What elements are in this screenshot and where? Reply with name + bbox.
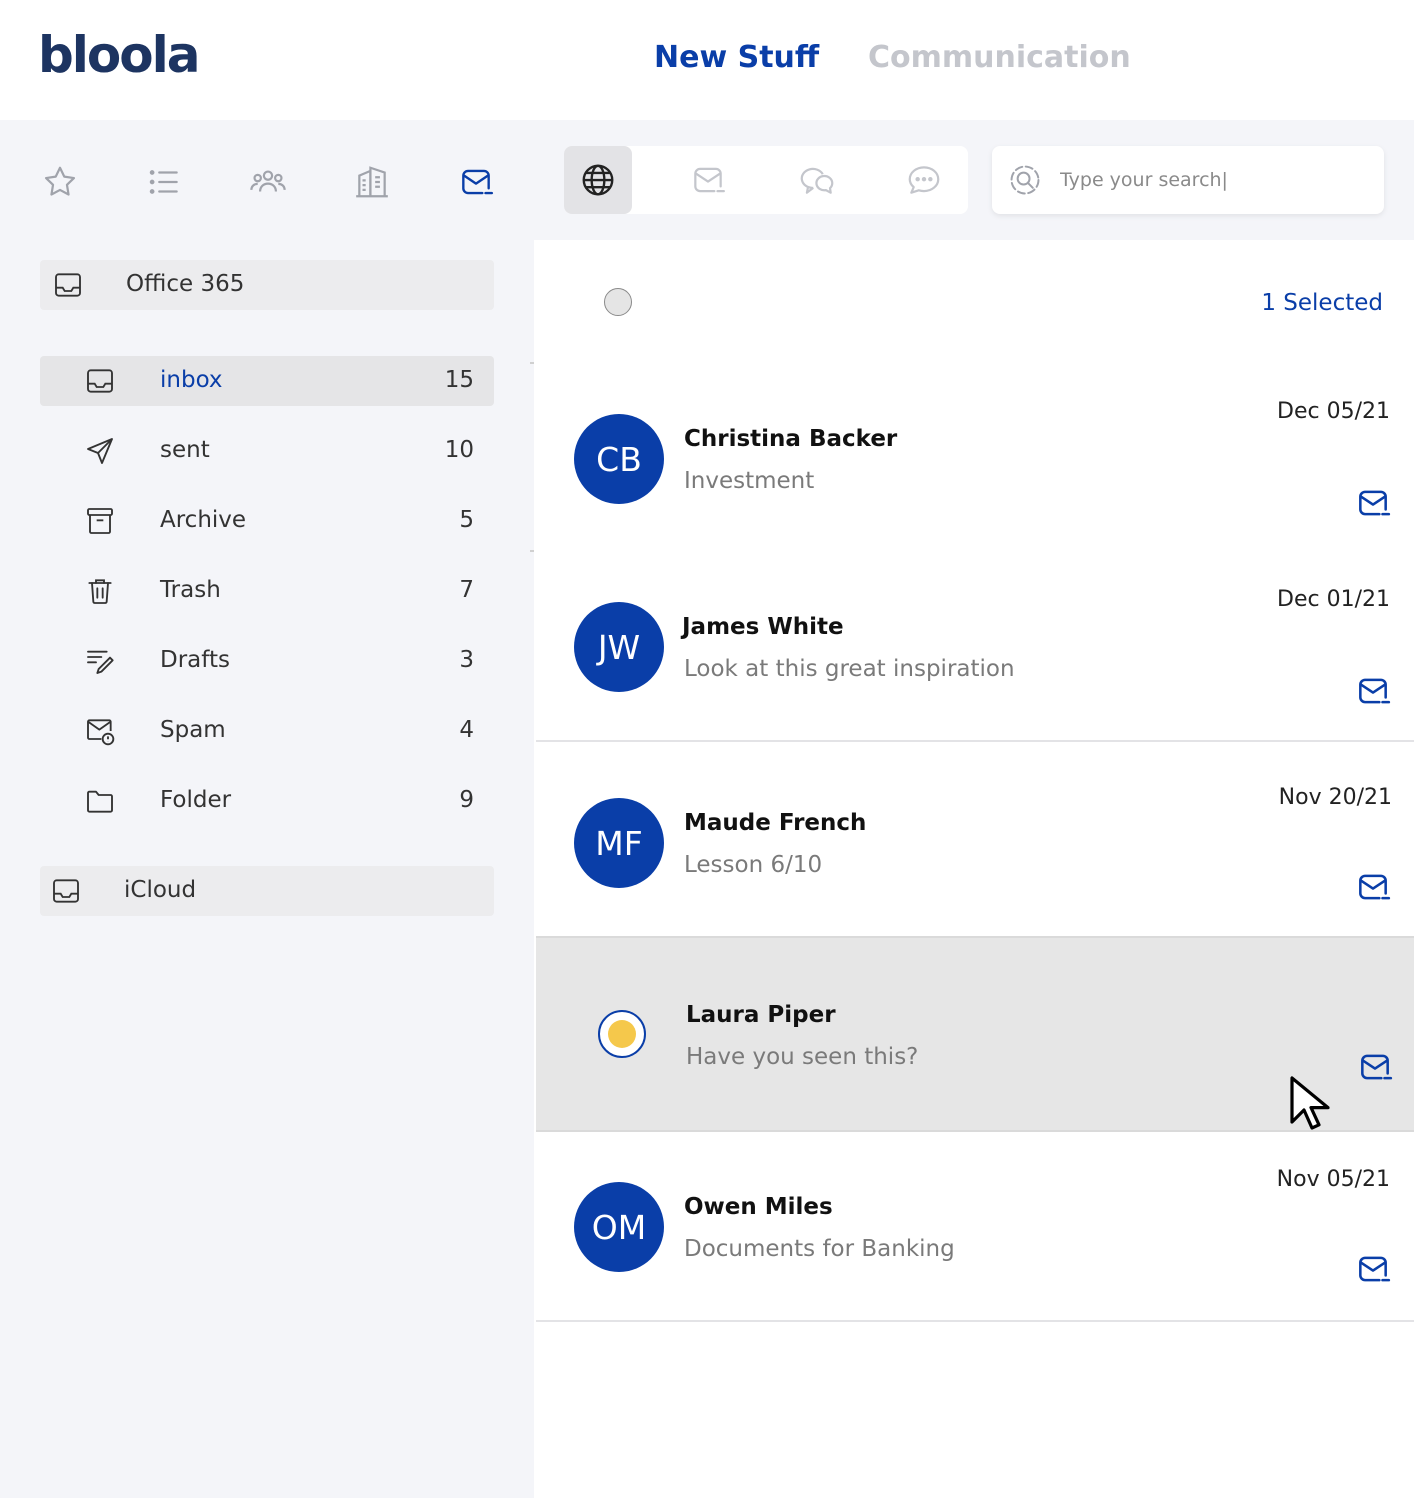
mail-icon[interactable] (1354, 672, 1392, 710)
sidebar: Office 365 inbox 15 sent 10 Archive 5 Tr… (0, 120, 534, 1498)
inbox-icon (55, 273, 81, 297)
message-subject: Lesson 6/10 (684, 852, 823, 878)
avatar: JW (574, 602, 664, 692)
message-date: Nov 05/21 (1276, 1167, 1390, 1192)
folder-count: 5 (459, 507, 474, 533)
message-subject: Look at this great inspiration (684, 656, 1015, 682)
avatar: MF (574, 798, 664, 888)
account-label: Office 365 (126, 271, 245, 297)
filter-mail-button[interactable] (674, 146, 742, 214)
mail-icon[interactable] (454, 160, 498, 204)
folder-count: 7 (459, 577, 474, 603)
folder-label: Folder (160, 787, 232, 813)
star-icon[interactable] (38, 160, 82, 204)
inbox-icon (87, 369, 113, 393)
sidebar-item-drafts[interactable]: Drafts 3 (40, 636, 494, 686)
folder-count: 9 (459, 787, 474, 813)
message-item-selected[interactable]: Laura Piper Have you seen this? (536, 936, 1414, 1132)
message-subject: Have you seen this? (686, 1044, 919, 1070)
message-date: Nov 20/21 (1278, 785, 1392, 810)
tab-communication[interactable]: Communication (868, 40, 1131, 75)
sidebar-item-archive[interactable]: Archive 5 (40, 496, 494, 546)
account-office-365[interactable]: Office 365 (40, 260, 494, 310)
message-sender: James White (682, 614, 844, 640)
mail-icon[interactable] (1356, 1048, 1394, 1086)
folder-label: Spam (160, 717, 226, 743)
mail-icon[interactable] (1354, 1250, 1392, 1288)
mail-icon[interactable] (1354, 868, 1392, 906)
sidebar-nav-icons (0, 160, 534, 210)
filter-all-button[interactable] (564, 146, 632, 214)
message-sender: Owen Miles (684, 1194, 833, 1220)
folder-label: inbox (160, 367, 223, 393)
folder-label: Archive (160, 507, 247, 533)
select-all-checkbox[interactable] (604, 288, 632, 316)
spam-icon (87, 719, 115, 746)
account-label: iCloud (124, 877, 197, 903)
message-subject: Investment (684, 468, 815, 494)
sidebar-item-trash[interactable]: Trash 7 (40, 566, 494, 616)
account-icloud[interactable]: iCloud (40, 866, 494, 916)
message-item[interactable]: CB Christina Backer Investment Dec 05/21 (536, 370, 1414, 550)
filter-group (564, 146, 968, 214)
mail-icon (694, 167, 725, 193)
message-sender: Laura Piper (686, 1002, 836, 1028)
search-icon (1010, 165, 1040, 195)
selected-count-label: 1 Selected (1261, 290, 1383, 316)
message-subject: Documents for Banking (684, 1236, 955, 1262)
folder-icon (87, 790, 113, 813)
app-header: bloola New Stuff Communication (0, 0, 1414, 120)
buildings-icon[interactable] (350, 160, 394, 204)
mail-icon[interactable] (1354, 484, 1392, 522)
folder-count: 10 (444, 437, 474, 463)
sidebar-item-spam[interactable]: Spam 4 (40, 706, 494, 756)
mouse-cursor-icon (1290, 1076, 1330, 1130)
archive-icon (87, 508, 113, 534)
people-icon[interactable] (246, 160, 290, 204)
message-sender: Christina Backer (684, 426, 898, 452)
filter-message-button[interactable] (890, 146, 958, 214)
avatar: CB (574, 414, 664, 504)
avatar: OM (574, 1182, 664, 1272)
tab-new-stuff[interactable]: New Stuff (654, 40, 819, 75)
search-input[interactable] (1060, 162, 1360, 198)
filter-chat-button[interactable] (784, 146, 852, 214)
folder-count: 3 (459, 647, 474, 673)
folder-label: Trash (160, 577, 221, 603)
drafts-icon (87, 650, 114, 674)
send-icon (87, 438, 113, 464)
folder-count: 4 (459, 717, 474, 743)
globe-icon (582, 164, 614, 196)
message-icon (908, 166, 940, 194)
brand-logo[interactable]: bloola (38, 26, 201, 84)
select-radio[interactable] (598, 1010, 646, 1058)
trash-icon (88, 579, 112, 604)
folder-label: Drafts (160, 647, 230, 673)
message-item[interactable]: OM Owen Miles Documents for Banking Nov … (536, 1138, 1414, 1322)
sidebar-item-inbox[interactable]: inbox 15 (40, 356, 494, 406)
selected-dot (608, 1020, 636, 1048)
sidebar-item-sent[interactable]: sent 10 (40, 426, 494, 476)
message-date: Dec 05/21 (1277, 399, 1390, 424)
inbox-icon (53, 879, 79, 903)
list-icon[interactable] (142, 160, 186, 204)
search-box (992, 146, 1384, 214)
folder-label: sent (160, 437, 210, 463)
message-item[interactable]: JW James White Look at this great inspir… (536, 558, 1414, 742)
folder-count: 15 (444, 367, 474, 393)
sidebar-item-folder[interactable]: Folder 9 (40, 776, 494, 826)
chat-bubbles-icon (800, 167, 834, 194)
message-date: Dec 01/21 (1277, 587, 1390, 612)
message-item[interactable]: MF Maude French Lesson 6/10 Nov 20/21 (536, 754, 1414, 936)
message-sender: Maude French (684, 810, 867, 836)
